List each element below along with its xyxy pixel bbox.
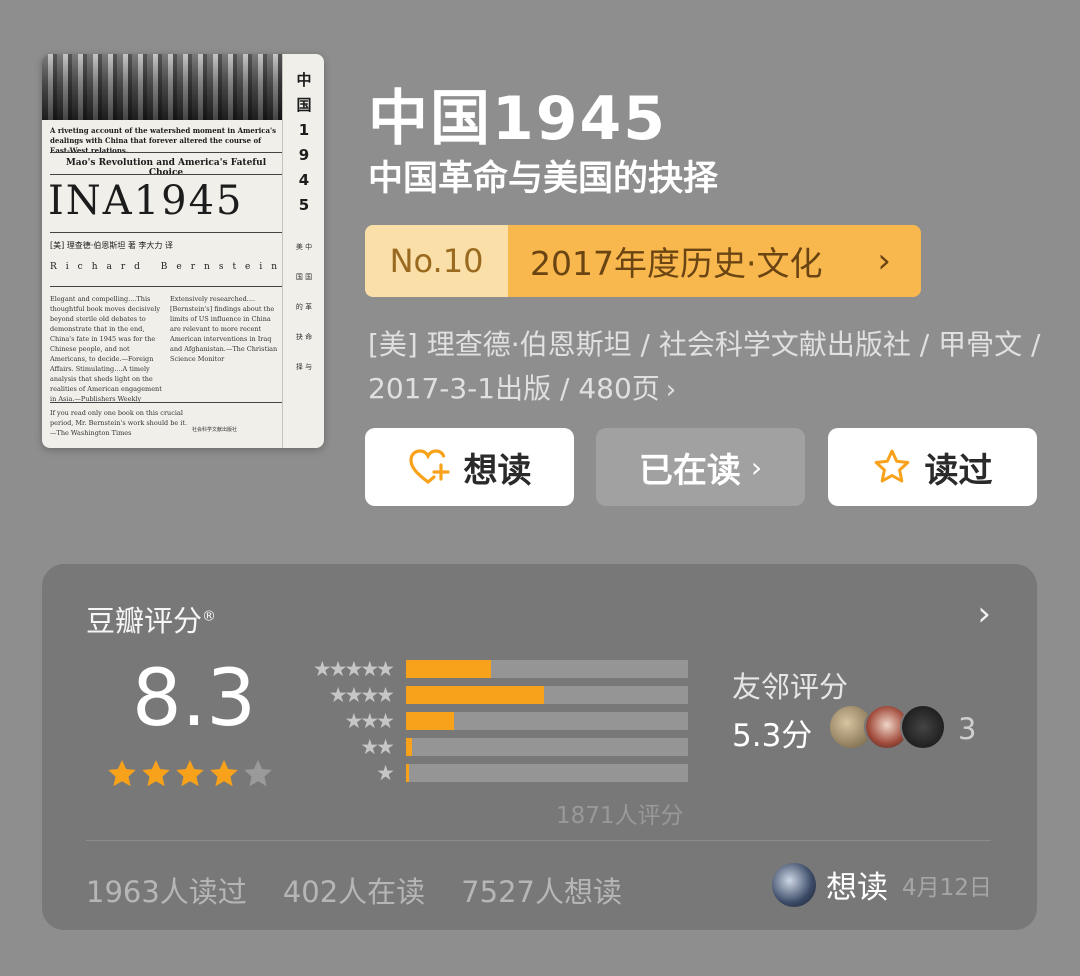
rank-list-name: 2017年度历史·文化	[530, 244, 823, 283]
book-subtitle: 中国革命与美国的抉择	[368, 159, 719, 199]
histogram-bar-track	[406, 764, 688, 782]
ranking-badge[interactable]: No.10 2017年度历史·文化 ›	[365, 225, 921, 297]
cover-subtitle: Mao's Revolution and America's Fateful C…	[65, 158, 267, 178]
read-label: 读过	[924, 450, 993, 491]
histogram-bar-track	[406, 686, 688, 704]
histogram-star-label: ★★★	[344, 709, 395, 733]
histogram-star-label: ★	[376, 761, 395, 785]
avatar	[772, 862, 816, 907]
rating-histogram	[406, 660, 688, 790]
rank-number: No.10	[365, 225, 508, 297]
heart-plus-icon	[408, 448, 450, 486]
rating-title: 豆瓣评分®	[86, 598, 216, 640]
reading-button[interactable]: 已在读 ›	[596, 428, 805, 506]
chevron-right-icon: ›	[665, 375, 677, 405]
book-cover[interactable]: 中 国 1 9 4 5 美 中 国 国 的 革 抉 命 择 与 A riveti…	[42, 54, 324, 448]
cover-spine-text: 中 国 1 9 4 5 美 中 国 国 的 革 抉 命 择 与	[282, 54, 324, 448]
histogram-bar-track	[406, 660, 688, 678]
cover-publisher: 社会科学文献出版社	[192, 427, 238, 433]
registered-mark: ®	[202, 608, 217, 625]
star-filled-icon	[106, 758, 138, 794]
cover-side-subtitle: 美 中 国 国 的 革 抉 命 择 与	[295, 243, 313, 371]
star-filled-icon	[140, 758, 172, 794]
cover-big-title: INA1945	[48, 178, 244, 224]
cover-photo	[42, 54, 282, 120]
rating-score: 8.3	[132, 654, 257, 744]
stat-read: 1963人读过	[86, 875, 247, 909]
star-filled-icon	[174, 758, 206, 794]
cover-quote-left: Elegant and compelling....This thoughtfu…	[50, 295, 162, 403]
friends-count: 3	[958, 712, 977, 746]
read-button[interactable]: 读过	[828, 428, 1037, 506]
chevron-right-icon: ›	[750, 450, 763, 484]
rating-card[interactable]: 豆瓣评分® › 8.3 ★★★★★ ★★★★ ★★★ ★★ ★ 1871人评分 友邻评分…	[42, 564, 1037, 930]
histogram-bar	[406, 660, 491, 678]
friends-avatars[interactable]	[828, 704, 946, 750]
histogram-bar	[406, 738, 412, 756]
cover-divider	[50, 174, 282, 175]
cover-credit: [美] 理查德·伯恩斯坦 著 李大力 译	[50, 241, 173, 250]
cover-divider	[50, 232, 282, 233]
histogram-bar	[406, 764, 409, 782]
stat-want: 7527人想读	[461, 875, 622, 909]
rating-stars	[106, 758, 274, 794]
reading-label: 已在读	[638, 450, 741, 491]
cover-side-title: 中 国 1 9 4 5	[296, 71, 312, 214]
want-to-read-label: 想读	[463, 450, 532, 491]
rank-list: 2017年度历史·文化 ›	[508, 225, 921, 297]
star-filled-icon	[208, 758, 240, 794]
histogram-bar	[406, 712, 454, 730]
star-empty-icon	[242, 758, 274, 794]
histogram-bar-track	[406, 738, 688, 756]
book-meta-text: [美] 理查德·伯恩斯坦 / 社会科学文献出版社 / 甲骨文 / 2017-3-…	[368, 328, 1041, 405]
cover-quote-bottom: If you read only one book on this crucia…	[50, 409, 188, 437]
rating-title-text: 豆瓣评分	[86, 604, 203, 638]
my-status-label: 想读	[826, 870, 888, 906]
my-status-date: 4月12日	[902, 874, 992, 901]
chevron-right-icon[interactable]: ›	[977, 594, 991, 634]
histogram-bar-track	[406, 712, 688, 730]
cover-divider	[50, 152, 282, 153]
cover-divider	[50, 402, 282, 403]
histogram-star-label: ★★★★★	[312, 657, 395, 681]
histogram-bar	[406, 686, 544, 704]
chevron-right-icon: ›	[877, 241, 891, 281]
my-reading-status[interactable]: 想读 4月12日	[772, 862, 992, 907]
want-to-read-button[interactable]: 想读	[365, 428, 574, 506]
star-outline-icon	[873, 448, 911, 486]
friends-rating-title: 友邻评分	[732, 670, 849, 704]
cover-divider	[50, 286, 282, 287]
friends-rating-score: 5.3分	[732, 718, 813, 754]
cover-author: Richard Bernstein	[50, 262, 287, 272]
stat-reading: 402人在读	[282, 875, 426, 909]
histogram-star-label: ★★★★	[328, 683, 395, 707]
histogram-star-labels: ★★★★★ ★★★★ ★★★ ★★ ★	[282, 656, 395, 786]
book-meta[interactable]: [美] 理查德·伯恩斯坦 / 社会科学文献出版社 / 甲骨文 / 2017-3-…	[368, 323, 1048, 412]
histogram-star-label: ★★	[360, 735, 395, 759]
reader-stats: 1963人读过 402人在读 7527人想读	[86, 869, 622, 911]
book-title: 中国1945	[368, 84, 667, 154]
divider	[86, 840, 991, 841]
avatar	[900, 704, 946, 750]
rating-count: 1871人评分	[556, 803, 684, 829]
cover-quote-right: Extensively researched....[Bernstein's] …	[170, 295, 278, 363]
